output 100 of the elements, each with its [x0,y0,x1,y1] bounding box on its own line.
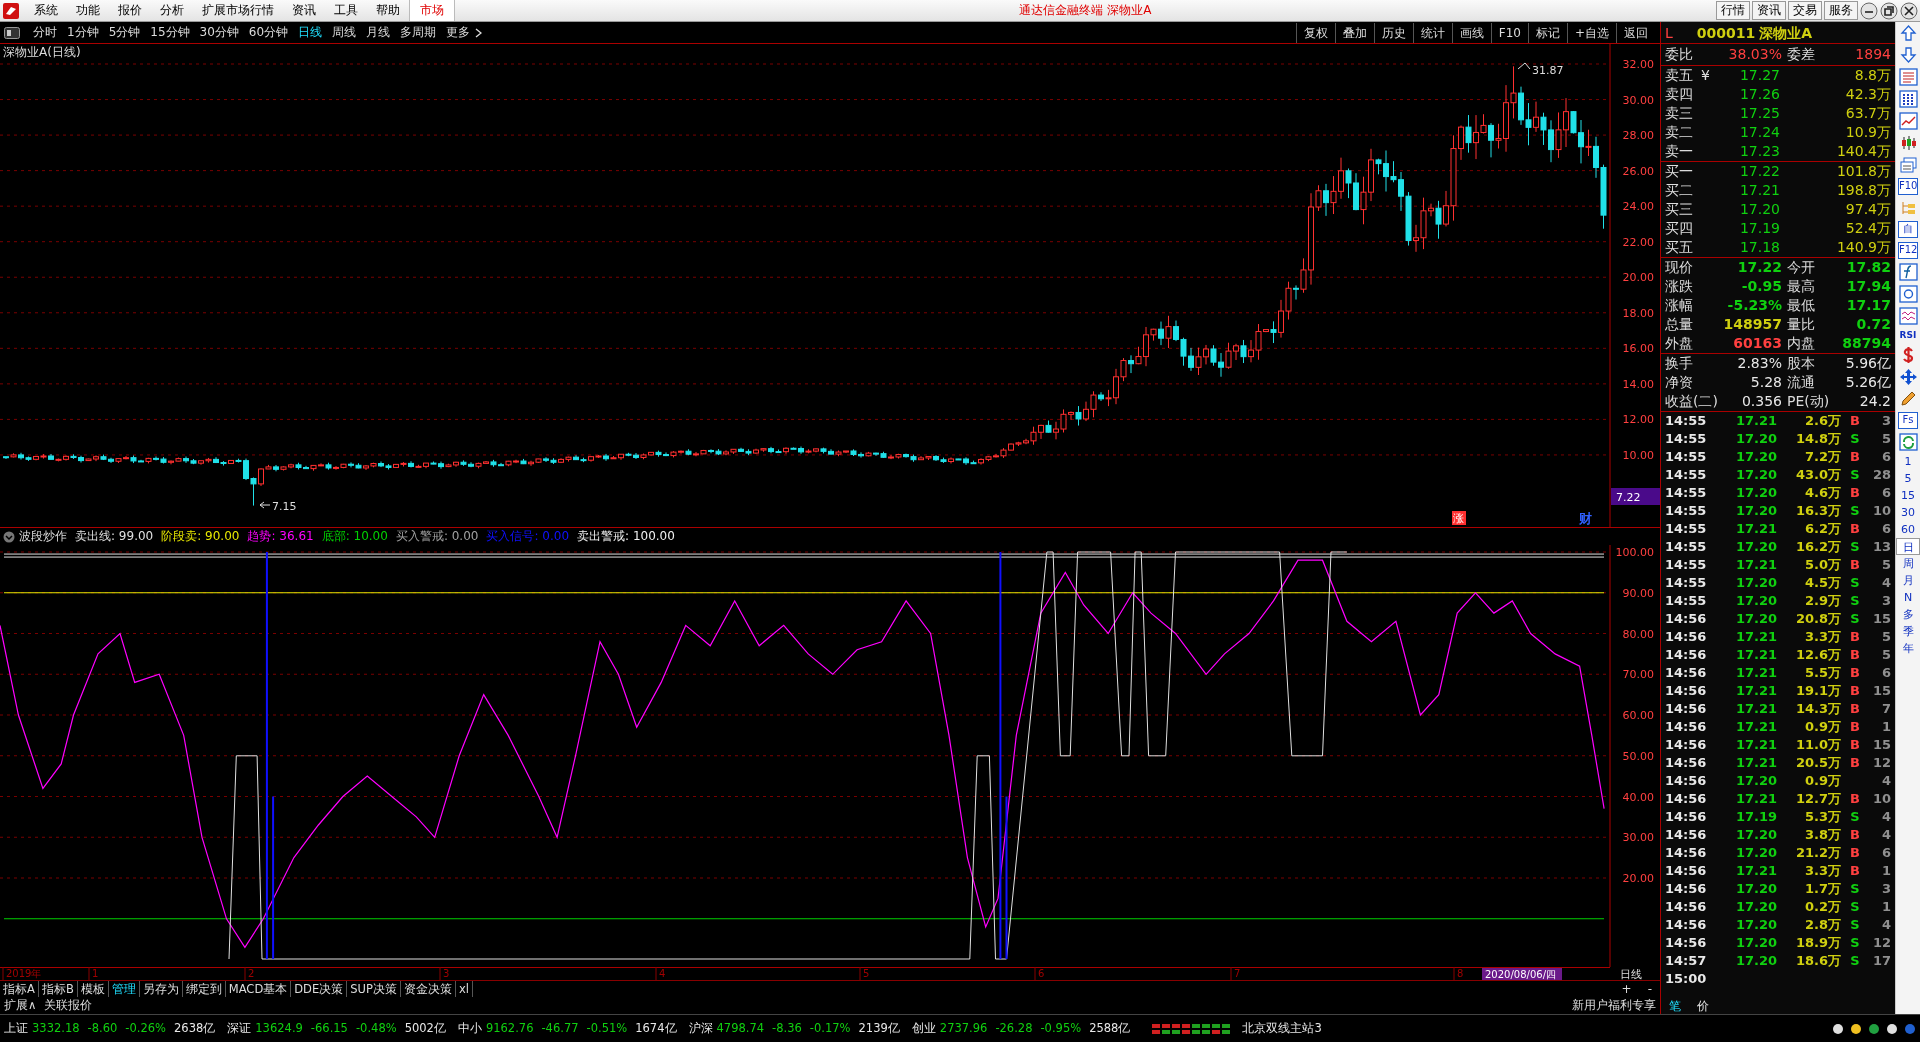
restore-button[interactable] [1880,1,1898,20]
top-button[interactable]: 行情 [1716,1,1750,20]
top-button[interactable]: 交易 [1788,1,1822,20]
quote-volume: 63.7万 [1844,104,1891,123]
indicator-tab[interactable]: 指标B [38,981,78,997]
menu-item[interactable]: 功能 [67,0,109,21]
tray-icon[interactable] [1850,1022,1862,1035]
period-button[interactable]: 周 [1896,555,1920,572]
indicator-tab[interactable]: xl [455,981,473,997]
period-button[interactable]: 15 [1896,487,1920,504]
wave-icon[interactable] [1898,307,1918,325]
line-chart-icon[interactable] [1898,112,1918,130]
top-button[interactable]: 服务 [1824,1,1858,20]
boxed-label[interactable]: F12 [1898,242,1918,259]
period-button[interactable]: 1 [1896,453,1920,470]
trade-price: 17.20 [1734,574,1777,592]
period-tab[interactable]: 多周期 [395,22,442,43]
toolbar-button[interactable]: 标记 [1527,22,1567,43]
period-tab[interactable]: 15分钟 [145,22,195,43]
period-button[interactable]: 多 [1896,606,1920,623]
refresh-icon[interactable] [1898,433,1918,451]
period-button[interactable]: 月 [1896,572,1920,589]
boxed-label[interactable]: 自 [1898,221,1918,238]
menu-item[interactable]: 系统 [25,0,67,21]
toolbar-button[interactable]: 统计 [1412,22,1452,43]
period-button[interactable]: 年 [1896,640,1920,657]
period-tab[interactable]: 60分钟 [243,22,294,43]
promo-link[interactable]: 新用户福利专享 [1572,997,1660,1014]
tray-icon[interactable] [1868,1022,1880,1035]
toolbar-button[interactable]: 复权 [1295,22,1335,43]
period-tab[interactable]: 日线 [293,22,328,43]
tray-icon[interactable] [1886,1022,1898,1035]
event-marker[interactable]: 财 [1579,511,1592,526]
menu-item[interactable]: 资讯 [283,0,325,21]
arrow-up-icon[interactable] [1898,24,1918,42]
trade-count: 1 [1880,718,1891,736]
period-tab[interactable]: 5分钟 [103,22,146,43]
indicator-tab[interactable]: 指标A [0,981,39,997]
trade-time: 14:56 [1665,898,1707,916]
menu-item[interactable]: 报价 [109,0,151,21]
collapse-icon[interactable] [3,530,15,543]
index-name: 创业 [911,1019,936,1037]
chevron-right-icon[interactable] [475,27,483,38]
bottom-link[interactable]: 扩展∧ [0,997,41,1014]
index-change: -46.77 [541,1019,579,1037]
top-button[interactable]: 资讯 [1752,1,1786,20]
trade-count: 15 [1871,682,1891,700]
period-tab[interactable]: 更多 [441,22,476,43]
pencil-icon[interactable] [1898,390,1918,408]
detail-tab[interactable]: 笔 [1661,997,1689,1014]
period-button[interactable]: N [1896,589,1920,606]
period-tab[interactable]: 周线 [327,22,362,43]
toolbar-button[interactable]: F10 [1490,22,1528,43]
indicator-tab[interactable]: SUP决策 [347,981,401,997]
period-tab[interactable]: 分时 [28,22,62,43]
event-marker[interactable]: 涨 [1452,511,1466,525]
menu-item[interactable]: 工具 [325,0,367,21]
indicator-tab[interactable]: 管理 [108,981,140,997]
windows-icon[interactable] [1898,156,1918,174]
menu-item[interactable]: 帮助 [367,0,409,21]
trade-price: 17.21 [1734,736,1777,754]
market-tab[interactable]: 市场 [409,0,455,21]
toolbar-button[interactable]: +自选 [1566,22,1616,43]
toolbar-button[interactable]: 画线 [1451,22,1491,43]
period-tab[interactable]: 30分钟 [194,22,244,43]
toolbar-button[interactable]: 叠加 [1334,22,1374,43]
period-button[interactable]: 30 [1896,504,1920,521]
period-tab[interactable]: 月线 [361,22,396,43]
panel-toggle-icon[interactable] [4,26,20,39]
close-button[interactable] [1900,1,1918,20]
function-icon[interactable] [1898,263,1918,281]
bottom-link[interactable]: 关联报价 [40,997,97,1014]
period-button[interactable]: 季 [1896,623,1920,640]
tray-icon[interactable] [1832,1022,1844,1035]
grid-icon[interactable] [1898,90,1918,108]
rsi-button[interactable]: RSI [1896,327,1920,344]
zoom-button[interactable]: + [1613,980,1640,998]
arrow-down-icon[interactable] [1898,46,1918,64]
detail-tab[interactable]: 价 [1689,997,1717,1014]
menu-item[interactable]: 分析 [151,0,193,21]
minimize-button[interactable] [1860,1,1878,20]
period-button[interactable]: 5 [1896,470,1920,487]
period-button[interactable]: 60 [1896,521,1920,538]
trade-time: 14:55 [1665,484,1707,502]
indicator-tab[interactable]: 绑定到 [182,981,226,997]
trade-time: 14:56 [1665,610,1707,628]
boxed-label[interactable]: Fs [1898,412,1918,429]
menu-item[interactable]: 扩展市场行情 [193,0,283,21]
boxed-label[interactable]: F10 [1898,178,1918,195]
period-tab[interactable]: 1分钟 [62,22,104,43]
indicator-tab[interactable]: MACD基本 [225,981,292,997]
period-button[interactable]: 日 [1896,538,1920,555]
indicator-tab[interactable]: DDE决策 [291,981,348,997]
indicator-tab[interactable]: 另存为 [139,981,183,997]
zoom-button[interactable]: - [1639,980,1660,998]
indicator-tab[interactable]: 资金决策 [400,981,456,997]
toolbar-button[interactable]: 返回 [1616,22,1655,43]
indicator-tab[interactable]: 模板 [77,981,109,997]
move-icon[interactable] [1898,368,1918,386]
toolbar-button[interactable]: 历史 [1373,22,1413,43]
